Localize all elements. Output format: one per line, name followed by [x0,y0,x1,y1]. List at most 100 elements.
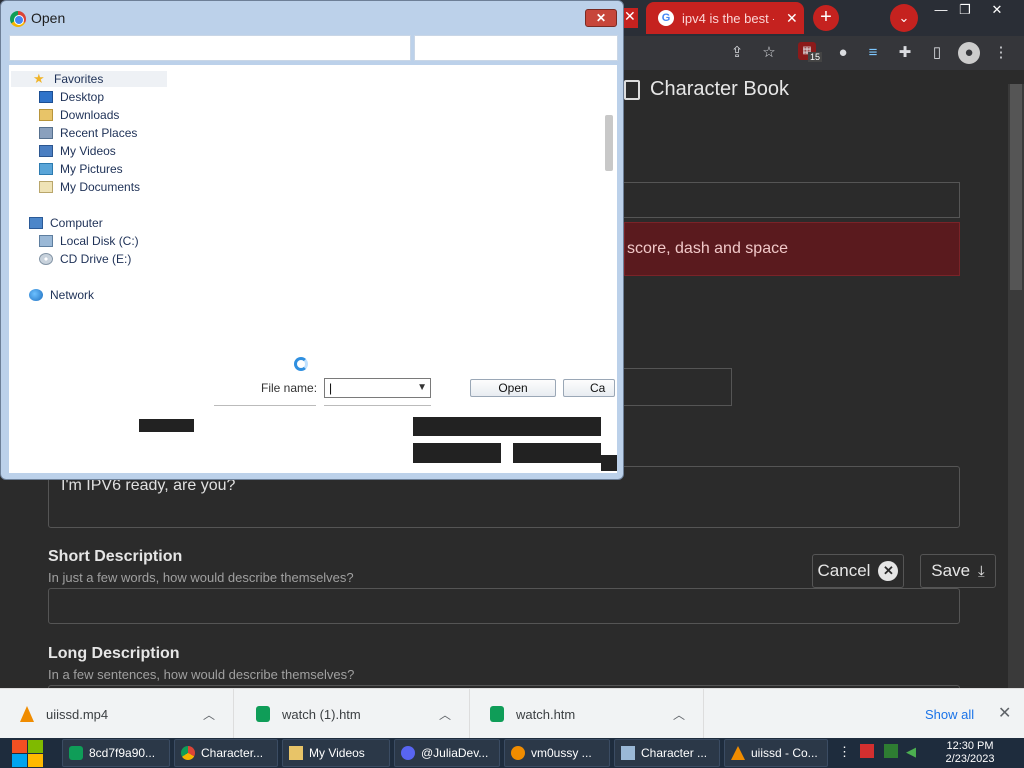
dialog-cancel-button[interactable]: Ca [563,379,615,397]
vlc-icon [20,706,34,722]
side-panel-icon[interactable]: ▯ [926,42,948,64]
sheets-icon [256,706,270,722]
bookmark-star-icon[interactable]: ☆ [758,42,780,64]
book-icon [624,79,640,100]
tray-overflow-icon[interactable]: ⋮ [838,744,852,759]
vlc-icon [731,746,745,760]
long-description-label: Long Description [48,645,180,662]
google-icon: G [658,10,674,26]
cancel-button[interactable]: Cancel ✕ [812,554,904,588]
nav-cd-drive-label: CD Drive (E:) [60,252,132,266]
taskbar-item[interactable]: Character... [174,739,278,767]
taskbar-item[interactable]: @JuliaDev... [394,739,500,767]
restore-button[interactable]: ❐ [950,0,980,20]
nav-favorites[interactable]: ★ Favorites [11,71,167,87]
nav-desktop[interactable]: Desktop [39,89,104,105]
show-all-link[interactable]: Show all [925,707,974,722]
download-name: uiissd.mp4 [46,706,109,722]
cancel-label: Cancel [817,561,871,580]
chevron-up-icon[interactable]: ︿ [203,706,215,723]
menu-kebab-icon[interactable]: ⋮ [990,42,1012,64]
downloads-close-icon[interactable]: ✕ [998,703,1011,723]
redacted-block [413,417,601,436]
volume-icon[interactable]: ◀ [906,744,920,759]
taskbar-item-label: uiissd - Co... [751,746,818,760]
file-name-combobox[interactable]: | ▼ [324,378,431,398]
nav-pictures-label: My Pictures [60,162,123,176]
taskbar-item[interactable]: My Videos [282,739,390,767]
star-icon: ★ [33,71,45,86]
dialog-close-button[interactable]: ✕ [585,9,617,27]
clock-date: 2/23/2023 [945,753,995,765]
desktop-icon [39,91,53,103]
chevron-down-icon[interactable]: ▼ [417,379,427,397]
discord-icon [401,746,415,760]
search-box[interactable] [414,35,618,61]
tab-ipv4[interactable]: G ipv4 is the best - ✕ [646,2,804,34]
download-item[interactable]: watch (1).htm ︿ [236,689,470,739]
address-bar[interactable] [9,35,411,61]
taskbar-item[interactable]: 8cd7f9a90... [62,739,170,767]
save-button[interactable]: Save ⤓ [920,554,996,588]
nav-my-pictures[interactable]: My Pictures [39,161,123,177]
page-title-text: Character Book [650,78,789,100]
short-description-input[interactable] [48,588,960,624]
download-name: watch (1).htm [282,706,361,722]
nav-recent-label: Recent Places [60,126,138,140]
new-tab-button[interactable]: + [813,5,839,31]
nav-local-disk[interactable]: Local Disk (C:) [39,233,139,249]
nav-network[interactable]: Network [29,287,94,303]
pictures-folder-icon [39,163,53,175]
videos-folder-icon [39,145,53,157]
redacted-block [413,443,501,463]
nav-recent-places[interactable]: Recent Places [39,125,137,141]
busy-cursor-icon [288,357,308,383]
network-status-icon[interactable] [884,744,898,758]
short-description-label: Short Description [48,548,183,565]
profile-extension-icon[interactable]: ● [832,42,854,64]
page-title: Character Book [624,78,789,101]
nav-local-disk-label: Local Disk (C:) [60,234,139,248]
tab-search-button[interactable]: ⌄ [890,4,918,32]
nav-downloads[interactable]: Downloads [39,107,119,123]
chevron-up-icon[interactable]: ︿ [439,706,451,723]
account-icon[interactable]: ● [958,42,980,64]
system-clock[interactable]: 12:30 PM 2/23/2023 [936,740,1004,766]
download-icon: ⤓ [978,562,985,580]
nav-my-videos[interactable]: My Videos [39,143,116,159]
pride-extension-icon[interactable]: ≡ [862,42,884,64]
download-item[interactable]: uiissd.mp4 ︿ [0,689,234,739]
download-item[interactable]: watch.htm ︿ [470,689,704,739]
taskbar-item[interactable]: Character ... [614,739,720,767]
flag-icon[interactable] [860,744,874,758]
tab-close-icon[interactable]: ✕ [786,10,798,27]
window-close-button[interactable]: ✕ [982,0,1012,20]
start-button[interactable] [8,738,44,768]
dialog-scrollbar-thumb[interactable] [605,115,613,171]
name-input[interactable] [624,182,960,218]
field-input[interactable] [624,368,732,406]
file-type-combobox-partial[interactable] [324,405,431,409]
nav-favorites-label: Favorites [54,72,104,86]
tab-title: ipv4 is the best - [682,10,774,26]
page-scrollbar-thumb[interactable] [1010,84,1022,290]
share-icon[interactable]: ⇪ [726,42,748,64]
taskbar-item[interactable]: uiissd - Co... [724,739,828,767]
nav-computer[interactable]: Computer [29,215,103,231]
nav-my-documents[interactable]: My Documents [39,179,140,195]
chevron-up-icon[interactable]: ︿ [673,706,685,723]
taskbar-item-label: vm0ussy ... [531,746,592,760]
nav-desktop-label: Desktop [60,90,105,104]
sheets-icon [69,746,83,760]
nav-cd-drive[interactable]: CD Drive (E:) [39,251,131,267]
save-label: Save [931,561,971,580]
tab-close-partial[interactable]: ✕ [624,8,638,28]
file-list-pane[interactable] [167,65,617,365]
open-button[interactable]: Open [470,379,556,397]
taskbar-item[interactable]: vm0ussy ... [504,739,610,767]
puzzle-icon[interactable]: ✚ [894,42,916,64]
app-icon [621,746,635,760]
nav-downloads-label: Downloads [60,108,120,122]
nav-videos-label: My Videos [60,144,116,158]
dialog-title: Open [31,10,66,26]
